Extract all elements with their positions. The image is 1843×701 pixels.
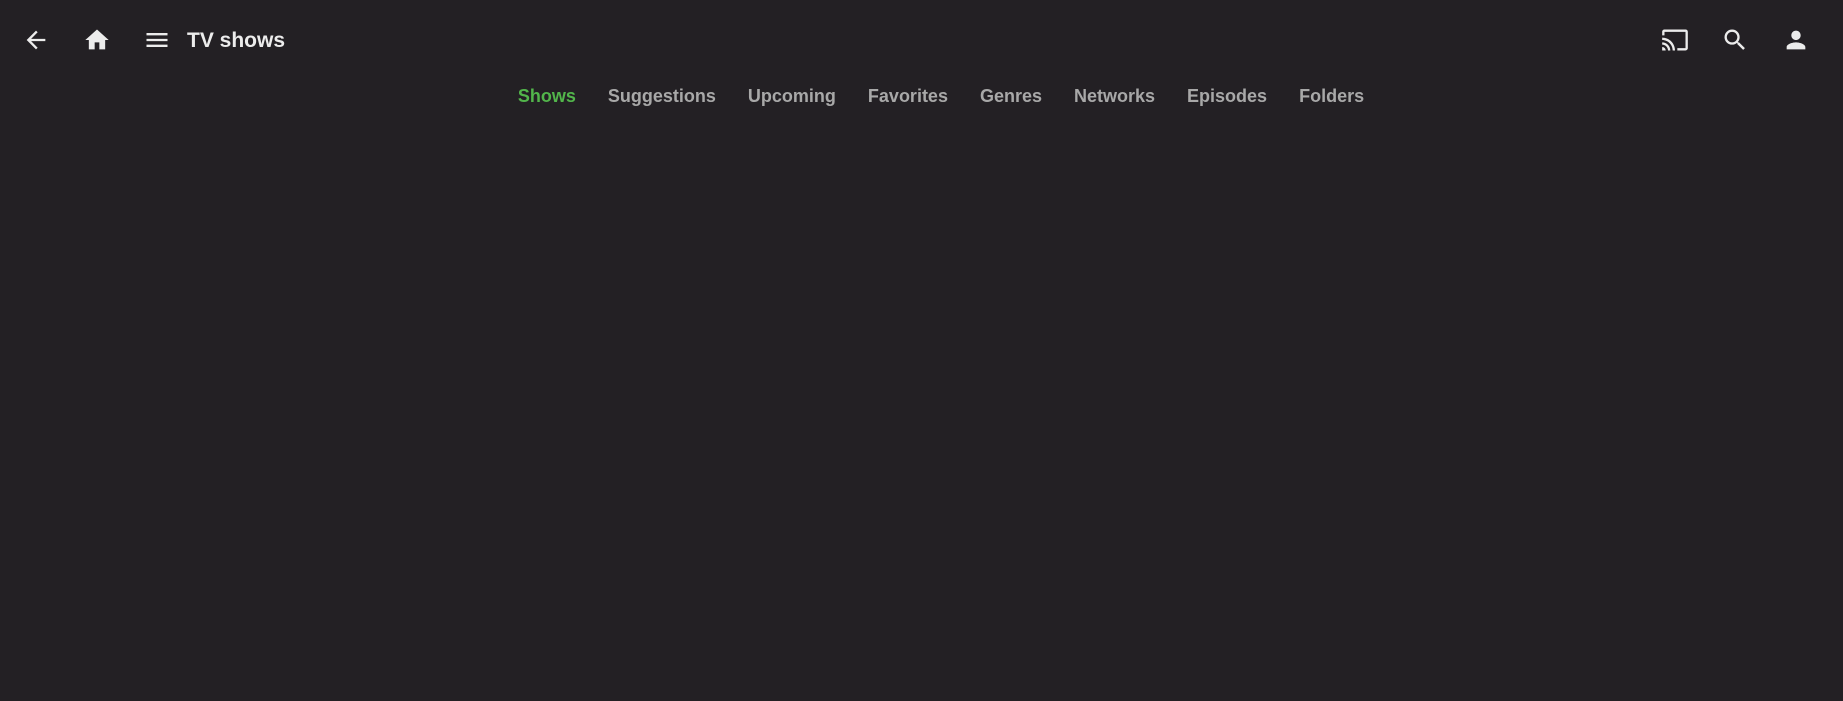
tab-folders[interactable]: Folders [1283,80,1380,112]
page-title: TV shows [187,29,286,52]
user-icon [1786,30,1806,50]
user-button[interactable] [1774,18,1818,62]
tab-bar: Shows Suggestions Upcoming Favorites Gen… [0,80,1843,112]
tab-upcoming[interactable]: Upcoming [732,80,852,112]
search-button[interactable] [1713,18,1757,62]
back-button[interactable] [14,18,58,62]
search-icon [1724,29,1745,50]
tab-list: Shows Suggestions Upcoming Favorites Gen… [502,80,1380,112]
tab-episodes[interactable]: Episodes [1171,80,1283,112]
tab-genres[interactable]: Genres [964,80,1058,112]
tab-suggestions[interactable]: Suggestions [592,80,732,112]
tab-favorites[interactable]: Favorites [852,80,964,112]
app-window: TV shows Shows Suggestions Upcoming Favo… [0,0,1843,701]
menu-icon [146,33,168,47]
top-bar: TV shows [0,0,1843,82]
tab-networks[interactable]: Networks [1058,80,1171,112]
cast-icon [1662,29,1688,51]
cast-button[interactable] [1653,18,1697,62]
home-button[interactable] [75,18,119,62]
home-icon [85,29,109,50]
arrow-back-icon [26,30,46,50]
tab-shows[interactable]: Shows [502,80,592,112]
menu-button[interactable] [135,18,179,62]
